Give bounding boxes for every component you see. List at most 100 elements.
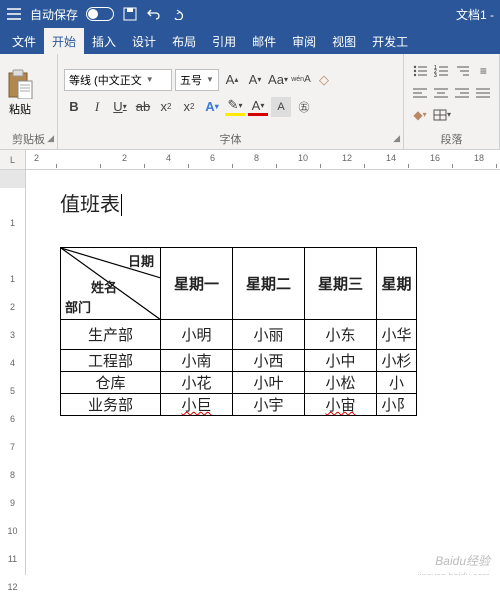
font-size-select[interactable]: 五号▼ <box>175 69 219 91</box>
subscript-button[interactable]: x2 <box>156 97 176 117</box>
chevron-down-icon: ▼ <box>206 75 214 84</box>
row-header[interactable]: 生产部 <box>61 320 161 350</box>
autosave-toggle[interactable] <box>86 7 114 21</box>
enclose-char-button[interactable]: ㊄ <box>294 97 314 117</box>
diag-name: 姓名 <box>91 277 117 296</box>
align-center-button[interactable] <box>431 84 450 102</box>
font-group-label: 字体◢ <box>58 131 403 149</box>
redo-icon[interactable] <box>170 6 186 22</box>
font-launcher-icon[interactable]: ◢ <box>393 133 400 144</box>
ruler-h-track: 224681012141618 <box>26 150 500 169</box>
char-shading-button[interactable]: A <box>271 97 291 117</box>
font-family-select[interactable]: 等线 (中文正文▼ <box>64 69 172 91</box>
borders-button[interactable]: ▾ <box>432 106 452 124</box>
tab-mail[interactable]: 邮件 <box>244 28 284 54</box>
paragraph-group-label: 段落 <box>404 131 499 149</box>
ribbon: 粘贴 剪贴板◢ 等线 (中文正文▼ 五号▼ A▴ A▾ Aa▾ wénA ◇ B… <box>0 54 500 150</box>
paste-icon <box>6 69 34 99</box>
numbering-button[interactable]: 123 <box>431 62 450 80</box>
text-effects-button[interactable]: A▾ <box>202 97 222 117</box>
duty-table[interactable]: 日期 姓名 部门 星期一 星期二 星期三 星期 生产部 小明 小丽 小东 小华 … <box>60 247 417 416</box>
paste-button[interactable]: 粘贴 <box>6 69 34 117</box>
table-row: 工程部 小南 小西 小中 小杉 <box>61 350 417 372</box>
bold-button[interactable]: B <box>64 97 84 117</box>
superscript-button[interactable]: x2 <box>179 97 199 117</box>
table-row: 生产部 小明 小丽 小东 小华 <box>61 320 417 350</box>
tab-view[interactable]: 视图 <box>324 28 364 54</box>
autosave-label: 自动保存 <box>30 6 78 23</box>
diag-date: 日期 <box>128 251 154 270</box>
tab-review[interactable]: 审阅 <box>284 28 324 54</box>
cell[interactable]: 小叶 <box>233 372 305 394</box>
shrink-font-button[interactable]: A▾ <box>245 70 265 90</box>
cell[interactable]: 小 <box>377 372 417 394</box>
cell[interactable]: 小花 <box>161 372 233 394</box>
cell[interactable]: 小宙 <box>305 394 377 416</box>
diagonal-header-cell[interactable]: 日期 姓名 部门 <box>61 248 161 320</box>
multilevel-button[interactable] <box>453 62 472 80</box>
phonetic-guide-button[interactable]: wénA <box>291 70 311 90</box>
tab-home[interactable]: 开始 <box>44 28 84 54</box>
strike-button[interactable]: ab <box>133 97 153 117</box>
group-clipboard: 粘贴 剪贴板◢ <box>0 54 58 149</box>
cell[interactable]: 小东 <box>305 320 377 350</box>
underline-button[interactable]: U▾ <box>110 97 130 117</box>
font-color-button[interactable]: A▾ <box>248 98 268 116</box>
grow-font-button[interactable]: A▴ <box>222 70 242 90</box>
page[interactable]: 值班表 日期 姓名 部门 星期一 星期二 星期三 星期 生产部 小明 小丽 小东… <box>26 170 500 575</box>
undo-icon[interactable] <box>146 6 162 22</box>
cell[interactable]: 小西 <box>233 350 305 372</box>
row-header[interactable]: 工程部 <box>61 350 161 372</box>
tab-dev[interactable]: 开发工 <box>364 28 416 54</box>
align-justify-button[interactable] <box>474 84 493 102</box>
tab-layout[interactable]: 布局 <box>164 28 204 54</box>
title-bar: 自动保存 文档1 - <box>0 0 500 28</box>
col-header[interactable]: 星期二 <box>233 248 305 320</box>
paste-label: 粘贴 <box>9 101 31 117</box>
menu-icon[interactable] <box>6 6 22 22</box>
ruler-vertical[interactable]: 1123456789101112 <box>0 170 26 575</box>
document-name: 文档1 - <box>456 6 494 23</box>
highlight-button[interactable]: ✎▾ <box>225 98 245 116</box>
cell[interactable]: 小松 <box>305 372 377 394</box>
shading-button[interactable]: ◆▾ <box>410 106 430 124</box>
row-header[interactable]: 业务部 <box>61 394 161 416</box>
group-font: 等线 (中文正文▼ 五号▼ A▴ A▾ Aa▾ wénA ◇ B I U▾ ab… <box>58 54 404 149</box>
cell[interactable]: 小华 <box>377 320 417 350</box>
align-left-button[interactable] <box>410 84 429 102</box>
tab-references[interactable]: 引用 <box>204 28 244 54</box>
align-right-button[interactable] <box>453 84 472 102</box>
diag-dept: 部门 <box>65 297 91 316</box>
group-paragraph: 123 ≡ ◆▾ ▾ 段落 <box>404 54 500 149</box>
col-header[interactable]: 星期 <box>377 248 417 320</box>
clear-format-button[interactable]: ◇ <box>314 70 334 90</box>
cell[interactable]: 小中 <box>305 350 377 372</box>
cell[interactable]: 小丽 <box>233 320 305 350</box>
cell[interactable]: 小巨 <box>161 394 233 416</box>
italic-button[interactable]: I <box>87 97 107 117</box>
col-header[interactable]: 星期三 <box>305 248 377 320</box>
ruler-horizontal[interactable]: L 224681012141618 <box>0 150 500 170</box>
cell[interactable]: 小阝 <box>377 394 417 416</box>
table-row: 仓库 小花 小叶 小松 小 <box>61 372 417 394</box>
cell[interactable]: 小明 <box>161 320 233 350</box>
tab-file[interactable]: 文件 <box>4 28 44 54</box>
doc-title[interactable]: 值班表 <box>60 188 500 217</box>
table-header-row: 日期 姓名 部门 星期一 星期二 星期三 星期 <box>61 248 417 320</box>
clipboard-group-label: 剪贴板◢ <box>0 131 57 149</box>
save-icon[interactable] <box>122 6 138 22</box>
change-case-button[interactable]: Aa▾ <box>268 70 288 90</box>
cell[interactable]: 小杉 <box>377 350 417 372</box>
clipboard-launcher-icon[interactable]: ◢ <box>47 133 54 144</box>
tab-design[interactable]: 设计 <box>124 28 164 54</box>
col-header[interactable]: 星期一 <box>161 248 233 320</box>
chevron-down-icon: ▼ <box>146 75 154 84</box>
cell[interactable]: 小宇 <box>233 394 305 416</box>
tab-selector-icon[interactable]: L <box>0 150 26 169</box>
cell[interactable]: 小南 <box>161 350 233 372</box>
bullets-button[interactable] <box>410 62 429 80</box>
row-header[interactable]: 仓库 <box>61 372 161 394</box>
table-row: 业务部 小巨 小宇 小宙 小阝 <box>61 394 417 416</box>
tab-insert[interactable]: 插入 <box>84 28 124 54</box>
decrease-indent-button[interactable]: ≡ <box>474 62 493 80</box>
